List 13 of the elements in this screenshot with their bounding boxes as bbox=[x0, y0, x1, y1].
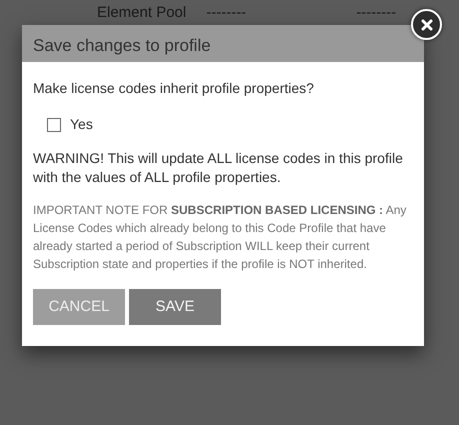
close-icon bbox=[420, 18, 432, 30]
cancel-button[interactable]: CANCEL bbox=[33, 288, 125, 325]
placeholder-dashes: -------- bbox=[206, 3, 246, 23]
save-button[interactable]: SAVE bbox=[129, 288, 221, 325]
checkbox[interactable] bbox=[47, 118, 61, 132]
checkbox-label[interactable]: Yes bbox=[70, 114, 93, 135]
warning-text: WARNING! This will update ALL license codes in this profile with the values of ALL profile properties. bbox=[33, 149, 404, 187]
question-text: Make license codes inherit profile properties? bbox=[33, 79, 315, 98]
placeholder-dashes: -------- bbox=[356, 3, 396, 23]
dialog-title: Save changes to profile bbox=[22, 25, 424, 62]
close-button[interactable] bbox=[411, 9, 442, 40]
note-text: IMPORTANT NOTE FOR SUBSCRIPTION BASED LICENSING : Any License Codes which already belong to this Code Profile that have already started a period of Subscription WILL keep their current Subscription state and properties if the profile is NOT inherited. bbox=[33, 202, 408, 273]
column-label: Element Pool bbox=[97, 3, 186, 23]
